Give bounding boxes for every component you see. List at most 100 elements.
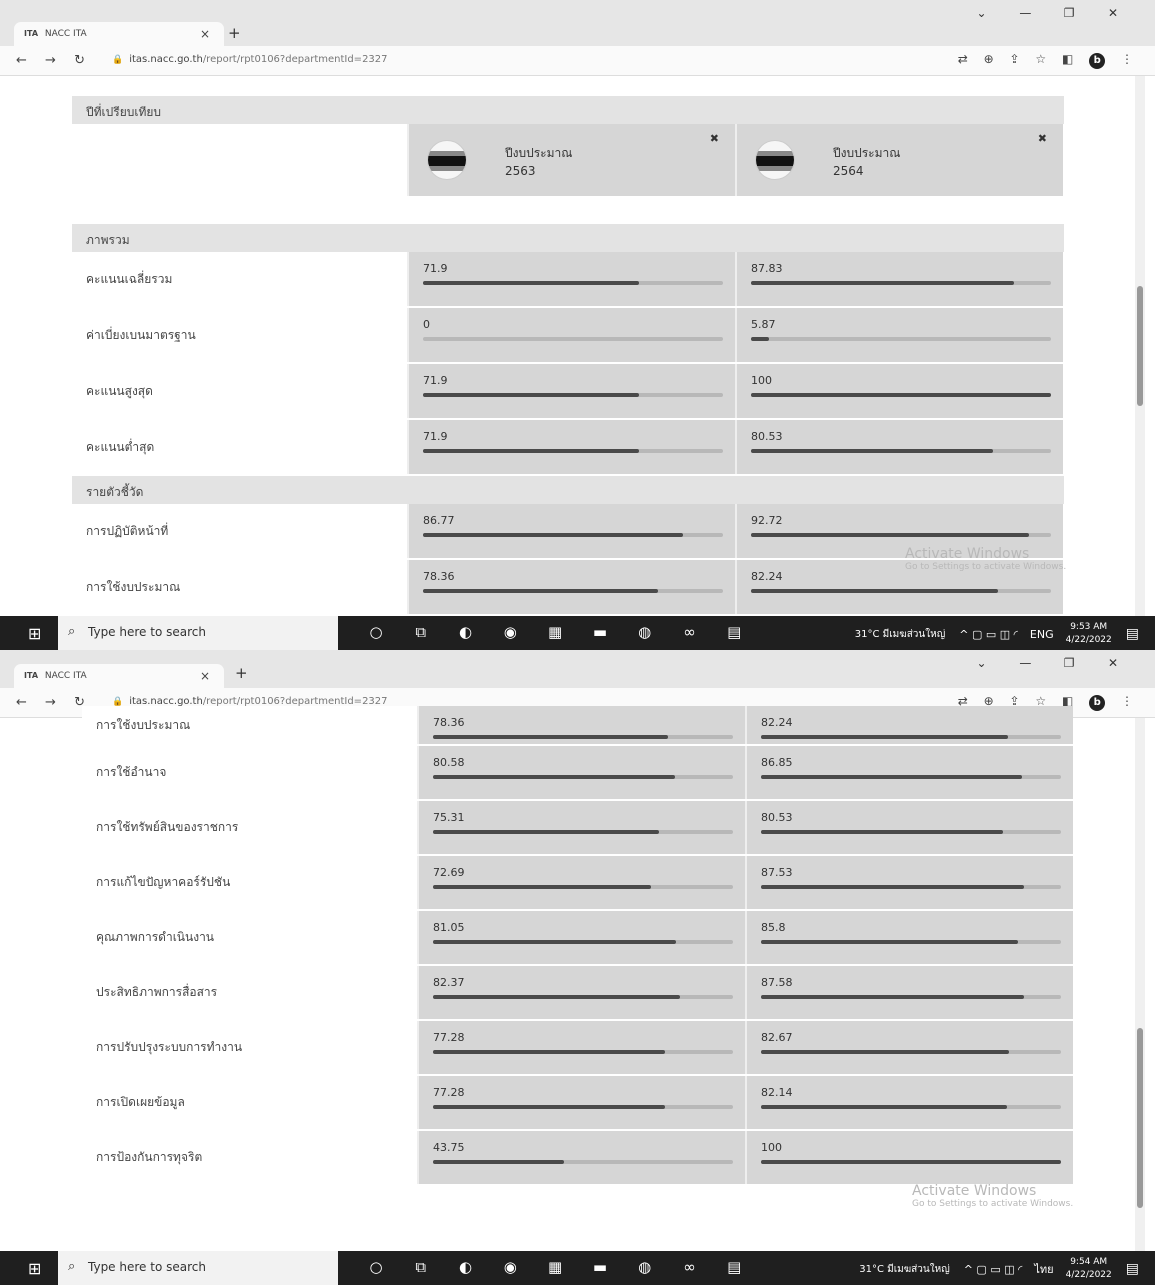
score-row: การใช้อำนาจ 80.58 86.85	[82, 746, 1074, 799]
score-bar-track	[761, 775, 1061, 779]
score-bar-fill	[433, 1160, 565, 1164]
score-cell-year-1: 86.77	[407, 504, 735, 558]
clock[interactable]: 9:54 AM 4/22/2022	[1066, 1256, 1112, 1282]
windows-start-icon[interactable]: ⊞	[28, 1259, 41, 1278]
score-value: 80.53	[751, 430, 783, 443]
translate-icon[interactable]: ⇄	[958, 52, 968, 66]
notification-icon[interactable]: ▤	[1126, 1261, 1139, 1277]
chrome-icon[interactable]: ◉	[490, 1258, 530, 1276]
notification-icon[interactable]: ▤	[1126, 626, 1139, 642]
profile-avatar[interactable]: b	[1089, 695, 1106, 711]
score-bar-track	[433, 830, 733, 834]
url-field[interactable]: 🔒 itas.nacc.go.th/report/rpt0106?departme…	[112, 54, 388, 65]
search-placeholder: Type here to search	[88, 625, 206, 639]
word-icon[interactable]: ▤	[714, 1258, 754, 1276]
score-bar-fill	[761, 775, 1022, 779]
edge-icon[interactable]: ◐	[446, 1258, 486, 1276]
app-icon[interactable]: ◍	[625, 1258, 665, 1276]
url-host: itas.nacc.go.th	[129, 54, 203, 65]
minimize-icon[interactable]: —	[1005, 656, 1045, 670]
explorer-icon[interactable]: ▬	[580, 623, 620, 641]
row-label: การป้องกันการทุจริต	[82, 1131, 417, 1184]
excel-icon[interactable]: ▦	[535, 1258, 575, 1276]
tab-title: NACC ITA	[44, 29, 87, 39]
profile-avatar[interactable]: b	[1089, 53, 1106, 69]
edge-icon[interactable]: ◐	[446, 623, 486, 641]
score-value: 92.72	[751, 514, 783, 527]
new-tab-icon[interactable]: +	[228, 24, 241, 42]
score-bar-fill	[433, 1105, 665, 1109]
tray-icons[interactable]: ^ ▢ ▭ ◫ ◜	[959, 628, 1018, 641]
task-view-icon[interactable]: ⧉	[401, 1258, 441, 1276]
back-icon[interactable]: ←	[16, 695, 27, 710]
browser-tab[interactable]: ITA NACC ITA ×	[14, 22, 224, 46]
row-label: การปรับปรุงระบบการทำงาน	[82, 1021, 417, 1074]
windows-start-icon[interactable]: ⊞	[28, 624, 41, 643]
tray-icons[interactable]: ^ ▢ ▭ ◫ ◜	[964, 1263, 1023, 1276]
remove-column-icon[interactable]: ✖	[1038, 132, 1047, 145]
restore-icon[interactable]: ❐	[1049, 6, 1089, 20]
score-bar-track	[433, 940, 733, 944]
forward-icon[interactable]: →	[45, 53, 56, 68]
app-icon[interactable]: ∞	[669, 1258, 709, 1276]
scrollbar-thumb[interactable]	[1137, 286, 1143, 406]
score-bar-track	[761, 735, 1061, 739]
star-icon[interactable]: ☆	[1035, 52, 1046, 66]
score-bar-track	[751, 533, 1051, 537]
close-tab-icon[interactable]: ×	[200, 27, 210, 41]
menu-icon[interactable]: ⋮	[1121, 694, 1133, 708]
excel-icon[interactable]: ▦	[535, 623, 575, 641]
taskbar-search[interactable]: ⌕ Type here to search	[58, 1251, 338, 1285]
year-column-1: ปีงบประมาณ 2563 ✖	[407, 124, 735, 196]
score-bar-fill	[761, 885, 1024, 889]
word-icon[interactable]: ▤	[714, 623, 754, 641]
close-window-icon[interactable]: ✕	[1093, 6, 1133, 20]
reload-icon[interactable]: ↻	[74, 53, 85, 68]
weather-status[interactable]: 31°C มีเมฆส่วนใหญ่	[855, 627, 945, 642]
score-bar-track	[751, 281, 1051, 285]
sidepanel-icon[interactable]: ◧	[1062, 52, 1073, 66]
language-indicator[interactable]: ไทย	[1034, 1260, 1053, 1278]
browser-tab[interactable]: ITA NACC ITA ×	[14, 664, 224, 688]
row-label: ประสิทธิภาพการสื่อสาร	[82, 966, 417, 1019]
compare-table: ปีที่เปรียบเทียบ ปีงบประมาณ 2563 ✖ ปีงบปร…	[72, 96, 1064, 614]
favicon-icon: ITA	[24, 671, 39, 680]
minimize-icon[interactable]: —	[1005, 6, 1045, 20]
taskbar-search[interactable]: ⌕ Type here to search	[58, 616, 338, 650]
language-indicator[interactable]: ENG	[1030, 628, 1054, 641]
score-row: ค่าเบี่ยงเบนมาตรฐาน 0 5.87	[72, 308, 1064, 362]
zoom-icon[interactable]: ⊕	[984, 52, 994, 66]
close-window-icon[interactable]: ✕	[1093, 656, 1133, 670]
scrollbar[interactable]	[1135, 718, 1145, 1251]
score-value: 75.31	[433, 811, 465, 824]
close-tab-icon[interactable]: ×	[200, 669, 210, 683]
cortana-icon[interactable]: ○	[356, 623, 396, 641]
score-cell-year-2: 87.58	[745, 966, 1073, 1019]
scrollbar-thumb[interactable]	[1137, 1028, 1143, 1208]
app-icon[interactable]: ◍	[625, 623, 665, 641]
score-cell-year-2: 80.53	[745, 801, 1073, 854]
restore-icon[interactable]: ❐	[1049, 656, 1089, 670]
score-cell-year-1: 80.58	[417, 746, 745, 799]
chevron-down-icon[interactable]: ⌄	[962, 656, 1002, 670]
menu-icon[interactable]: ⋮	[1121, 52, 1133, 66]
forward-icon[interactable]: →	[45, 695, 56, 710]
clock[interactable]: 9:53 AM 4/22/2022	[1066, 621, 1112, 647]
new-tab-icon[interactable]: +	[235, 664, 248, 682]
back-icon[interactable]: ←	[16, 53, 27, 68]
watermark-title: Activate Windows	[905, 546, 1030, 562]
share-icon[interactable]: ⇪	[1010, 52, 1020, 66]
task-view-icon[interactable]: ⧉	[401, 623, 441, 641]
weather-status[interactable]: 31°C มีเมฆส่วนใหญ่	[859, 1262, 949, 1277]
row-label: การแก้ไขปัญหาคอร์รัปชัน	[82, 856, 417, 909]
chrome-icon[interactable]: ◉	[490, 623, 530, 641]
cortana-icon[interactable]: ○	[356, 1258, 396, 1276]
app-icon[interactable]: ∞	[669, 623, 709, 641]
explorer-icon[interactable]: ▬	[580, 1258, 620, 1276]
score-value: 72.69	[433, 866, 465, 879]
remove-column-icon[interactable]: ✖	[710, 132, 719, 145]
chevron-down-icon[interactable]: ⌄	[962, 6, 1002, 20]
scrollbar[interactable]	[1135, 76, 1145, 616]
score-bar-fill	[423, 449, 639, 453]
score-cell-year-1: 77.28	[417, 1076, 745, 1129]
